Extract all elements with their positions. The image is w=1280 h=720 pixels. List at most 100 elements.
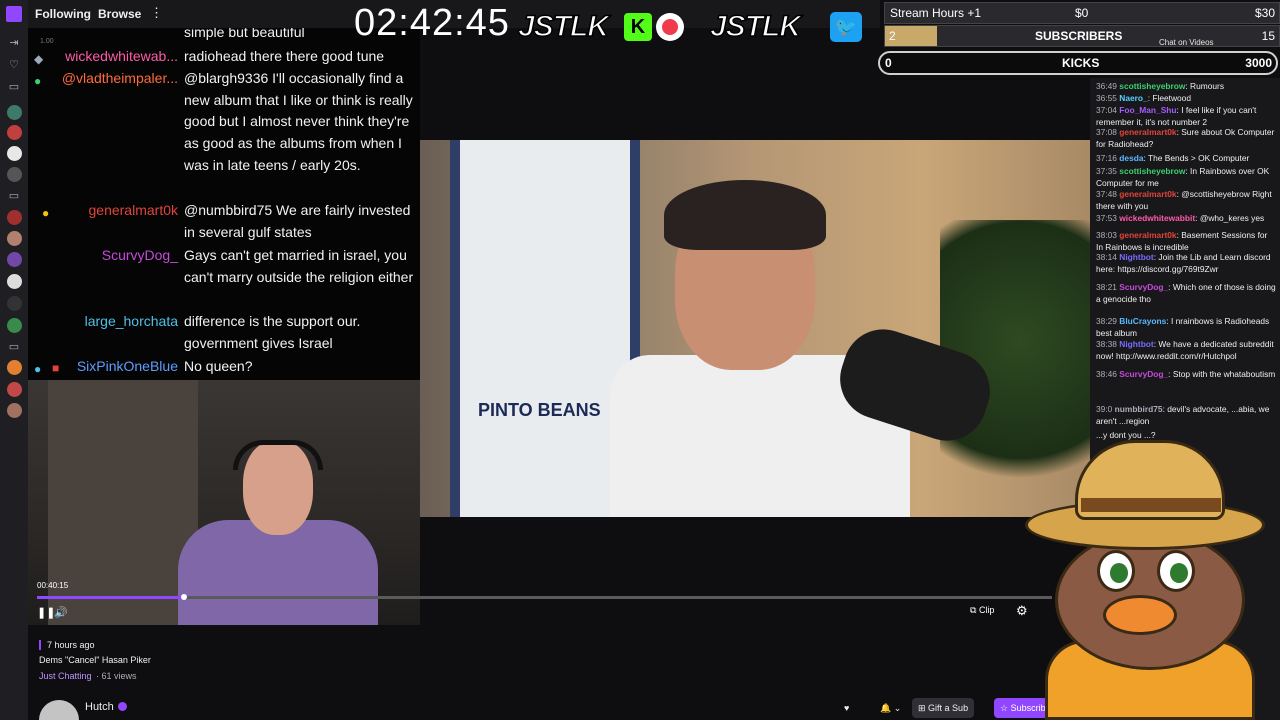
subscribers-goal: 2 SUBSCRIBERS 15 — [884, 25, 1280, 47]
notification-bell-icon[interactable]: 🔔 ⌄ — [874, 698, 907, 718]
chat-username[interactable]: Nightbot — [1119, 252, 1153, 262]
chat-text: @who_keres yes — [1199, 213, 1265, 223]
chat-username[interactable]: Nightbot — [1119, 339, 1153, 349]
chat-username[interactable]: scottisheyebrow — [1119, 81, 1185, 91]
goal-start: $0 — [1075, 6, 1089, 20]
mascot-image — [1170, 563, 1188, 583]
chat-timestamp: 36:55 — [1096, 93, 1117, 103]
chat-username[interactable]: Naero_ — [1119, 93, 1147, 103]
avatar[interactable] — [39, 700, 79, 720]
more-menu-icon[interactable]: ⋮ — [150, 5, 163, 21]
side-chat-title: Chat on Videos — [1159, 38, 1214, 47]
channel-avatar[interactable] — [7, 318, 22, 333]
channel-avatar[interactable] — [7, 125, 22, 140]
left-icon-rail: ⇥ ♡ ▭ ▭ ▭ — [0, 0, 28, 720]
chat-username[interactable]: scottisheyebrow — [1119, 166, 1185, 176]
goal-end: 3000 — [1245, 56, 1272, 70]
video-age: 7 hours ago — [39, 640, 95, 650]
goal-label: SUBSCRIBERS — [1035, 29, 1123, 43]
channel-avatar[interactable] — [7, 403, 22, 418]
clip-label: Clip — [978, 605, 995, 615]
following-link[interactable]: Following — [35, 7, 91, 21]
expand-arrow-icon[interactable]: ⇥ — [7, 36, 21, 50]
gift-sub-button[interactable]: ⊞ Gift a Sub — [912, 698, 975, 718]
mascot-image — [1157, 550, 1195, 592]
badge-icon: ◆ — [34, 52, 44, 66]
chat-username[interactable]: Foo_Man_Shu — [1119, 105, 1176, 115]
category-link[interactable]: Just Chatting — [39, 671, 92, 681]
mascot-image — [1110, 563, 1128, 583]
brand-logo: JSTLK — [517, 9, 610, 44]
channel-avatar[interactable] — [7, 210, 22, 225]
mascot-image — [1015, 440, 1265, 720]
mascot-image — [1103, 595, 1177, 635]
chat-timestamp: 37:53 — [1096, 213, 1117, 223]
chat-text: The Bends > OK Computer — [1148, 153, 1250, 163]
channel-avatar[interactable] — [7, 382, 22, 397]
chat-username[interactable]: ScurvyDog_ — [1119, 369, 1168, 379]
chat-timestamp: 38:14 — [1096, 252, 1117, 262]
channel-avatar[interactable] — [7, 274, 22, 289]
chat-text: Stop with the whataboutism — [1172, 369, 1276, 379]
chat-username[interactable]: desda — [1119, 153, 1143, 163]
browse-link[interactable]: Browse — [98, 7, 141, 21]
chat-username[interactable]: wickedwhitewabbit — [1119, 213, 1195, 223]
chat-username[interactable]: ScurvyDog_ — [1119, 282, 1168, 292]
channel-name[interactable]: Hutch — [85, 701, 114, 713]
person-image — [664, 180, 826, 250]
chat-username: wickedwhitewab... — [65, 48, 178, 64]
volume-icon[interactable]: 🔊 — [54, 606, 68, 619]
goal-end: $30 — [1254, 6, 1275, 20]
goal-end: 15 — [1261, 29, 1275, 43]
kick-icon: K — [624, 13, 652, 41]
badge-icon: ● — [42, 206, 50, 220]
channel-avatar[interactable] — [7, 231, 22, 246]
chat-username: SixPinkOneBlue — [76, 358, 178, 374]
side-chat-message: 37:04 Foo_Man_Shu: I feel like if you ca… — [1096, 105, 1257, 128]
chat-username[interactable]: BluCrayons — [1119, 316, 1166, 326]
clip-button[interactable]: ⧉ Clip — [970, 605, 994, 616]
poster-image: PINTO BEANS — [478, 400, 601, 420]
chat-username[interactable]: generalmart0k — [1119, 230, 1176, 240]
chat-username: large_horchata — [84, 313, 178, 329]
video-icon[interactable]: ▭ — [7, 189, 21, 203]
chat-timestamp: 38:38 — [1096, 339, 1117, 349]
heart-icon[interactable]: ♡ — [7, 58, 21, 72]
chat-username: @vladtheimpaler... — [61, 70, 178, 86]
channel-avatar[interactable] — [7, 105, 22, 120]
follow-heart-icon[interactable]: ♥ — [838, 698, 855, 718]
twitch-logo-icon[interactable] — [6, 6, 22, 22]
chat-message: @numbbird75 We are fairly invested in se… — [184, 202, 411, 240]
channel-avatar[interactable] — [7, 146, 22, 161]
chat-username[interactable]: generalmart0k — [1119, 127, 1176, 137]
pause-icon[interactable]: ❚❚ — [37, 606, 55, 619]
gift-icon: ⊞ — [918, 703, 929, 713]
chat-timestamp: 39:0 — [1096, 404, 1113, 414]
chat-username[interactable]: generalmart0k — [1119, 189, 1176, 199]
chat-text: Rumours — [1190, 81, 1225, 91]
brand-logo: JSTLK — [709, 9, 802, 44]
seek-bar[interactable] — [37, 594, 1052, 600]
record-icon — [656, 13, 684, 41]
goal-label: Stream Hours +1 — [890, 6, 982, 20]
app-root: { "nav": { "following": "Following", "br… — [0, 0, 1280, 720]
channel-avatar[interactable] — [7, 167, 22, 182]
chat-username[interactable]: numbbird75 — [1115, 404, 1163, 414]
side-chat-message: 37:35 scottisheyebrow: In Rainbows over … — [1096, 166, 1270, 189]
clip-icon: ⧉ — [970, 605, 979, 615]
chat-timestamp: 38:46 — [1096, 369, 1117, 379]
chat-timestamp: 38:21 — [1096, 282, 1117, 292]
chat-text: ...y dont you ...? — [1096, 430, 1156, 440]
channel-avatar[interactable] — [7, 296, 22, 311]
channel-avatar[interactable] — [7, 360, 22, 375]
channel-avatar[interactable] — [7, 252, 22, 267]
headphones-image — [233, 440, 323, 470]
chat-message: radiohead there there good tune — [184, 48, 385, 64]
browse-icon[interactable]: ▭ — [7, 80, 21, 94]
chat-message: @blargh9336 I'll occasionally find a new… — [184, 70, 413, 173]
star-icon: ☆ — [1000, 703, 1011, 713]
room-door-image — [48, 380, 198, 625]
video-icon[interactable]: ▭ — [7, 340, 21, 354]
video-frame[interactable]: PINTO BEANS — [420, 140, 1090, 517]
chat-timestamp: 37:08 — [1096, 127, 1117, 137]
